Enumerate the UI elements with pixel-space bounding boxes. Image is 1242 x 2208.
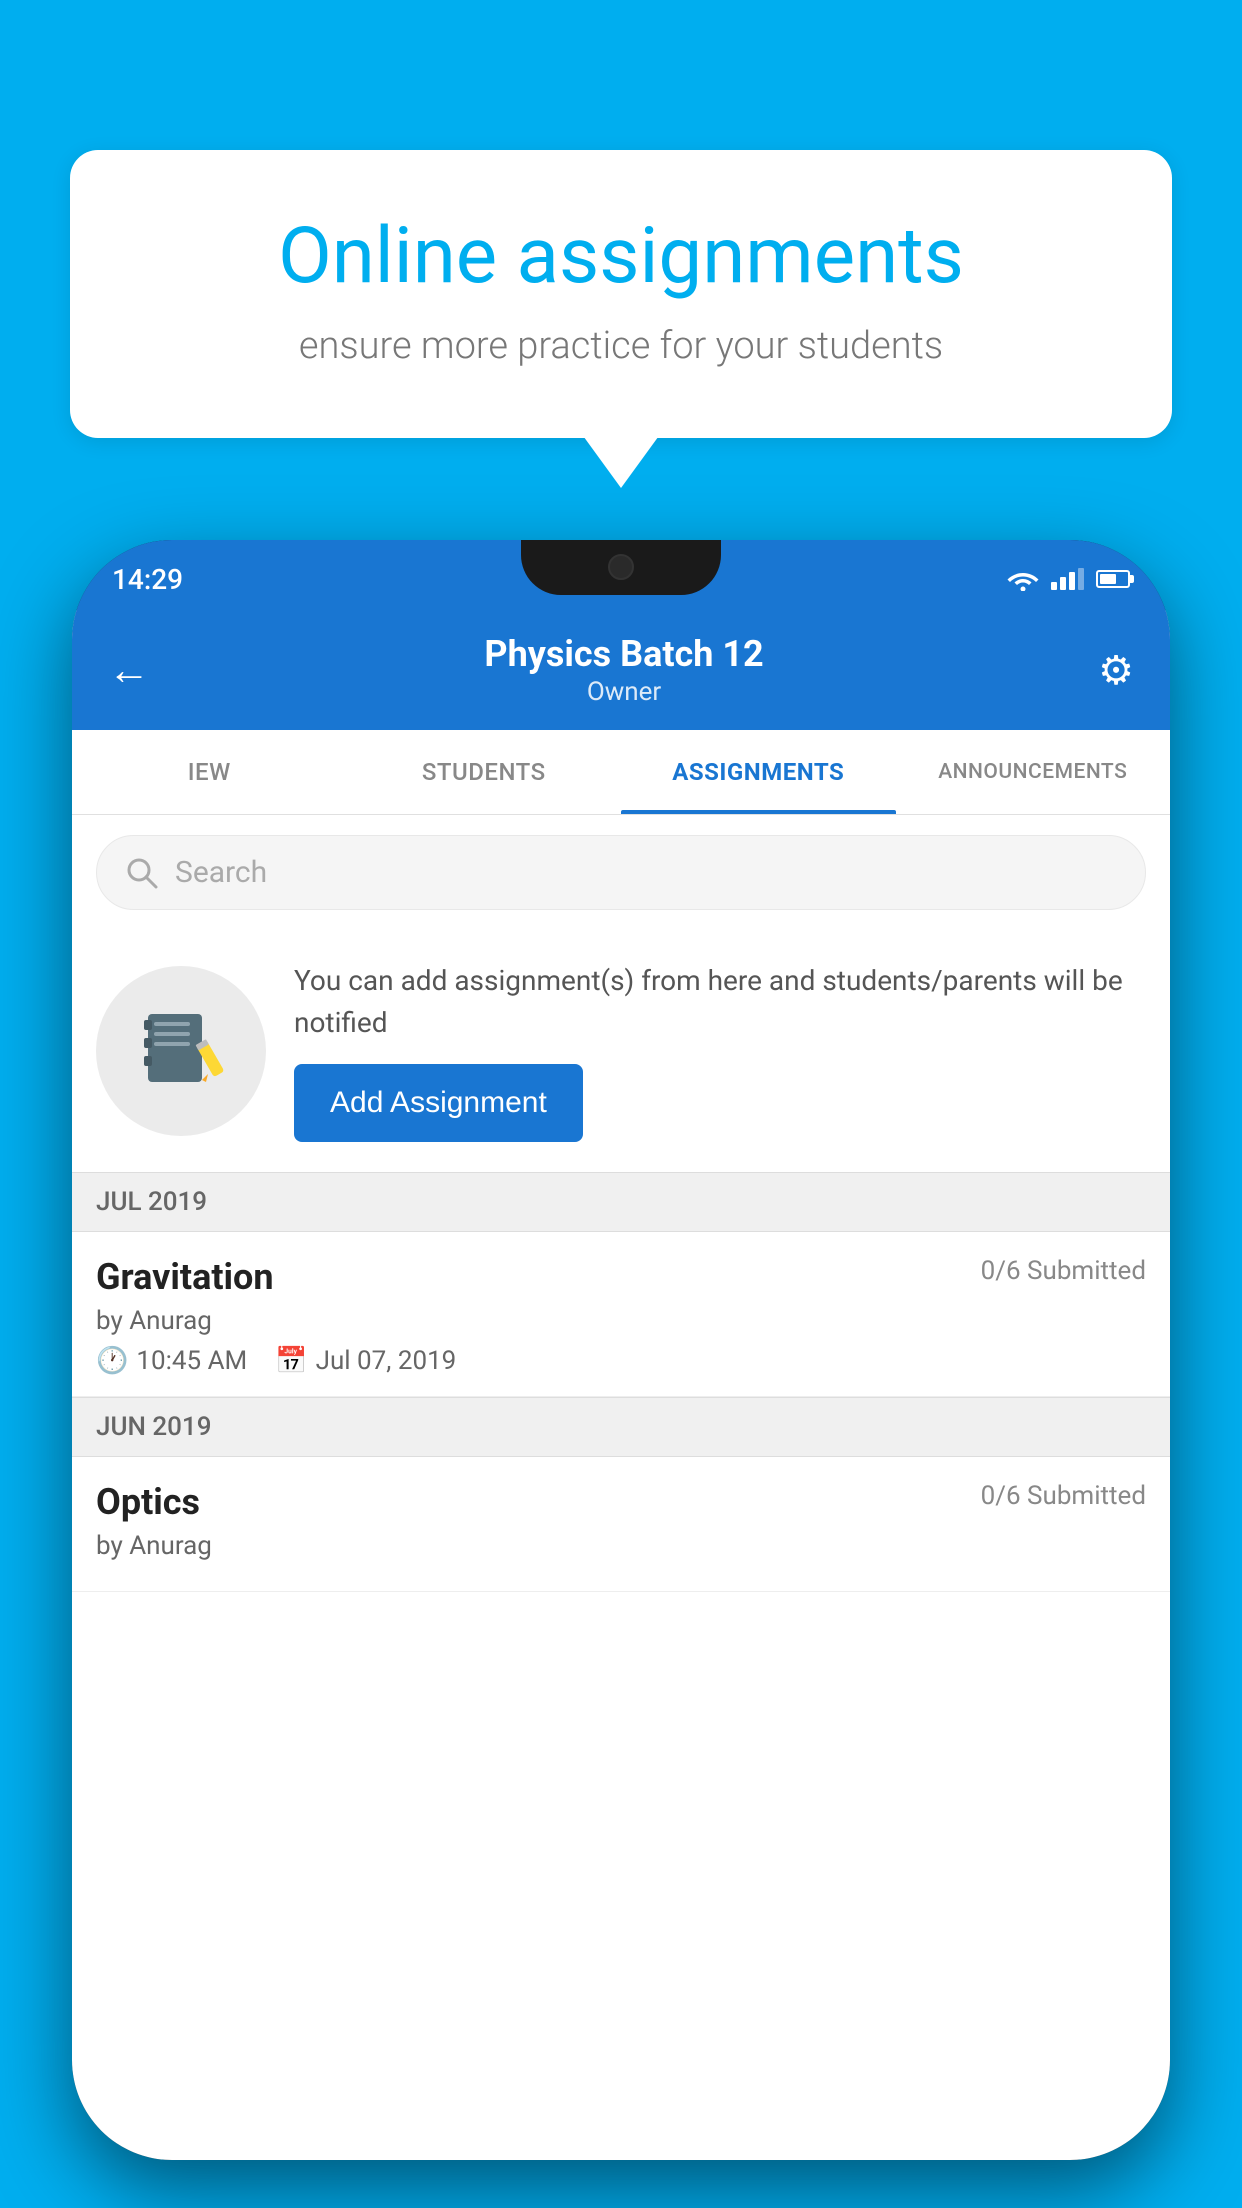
- header-title-block: Physics Batch 12 Owner: [484, 633, 763, 707]
- wifi-icon: [1007, 567, 1039, 591]
- status-icons: [1007, 559, 1130, 591]
- battery-fill: [1100, 574, 1116, 584]
- section-header-jun: JUN 2019: [72, 1397, 1170, 1457]
- section-header-jul: JUL 2019: [72, 1172, 1170, 1232]
- speech-bubble: Online assignments ensure more practice …: [70, 150, 1172, 438]
- search-icon: [125, 856, 159, 890]
- info-text-block: You can add assignment(s) from here and …: [294, 960, 1146, 1142]
- add-assignment-button[interactable]: Add Assignment: [294, 1064, 583, 1142]
- info-description: You can add assignment(s) from here and …: [294, 960, 1146, 1044]
- assignment-icon-circle: [96, 966, 266, 1136]
- assignment-author: by Anurag: [96, 1306, 1146, 1336]
- signal-icon: [1051, 568, 1084, 590]
- assignment-top-row: Gravitation 0/6 Submitted: [96, 1256, 1146, 1298]
- tab-announcements[interactable]: ANNOUNCEMENTS: [896, 730, 1171, 814]
- tab-assignments[interactable]: ASSIGNMENTS: [621, 730, 896, 814]
- status-time: 14:29: [112, 555, 183, 596]
- assignment-item-optics[interactable]: Optics 0/6 Submitted by Anurag: [72, 1457, 1170, 1592]
- meta-date: 📅 Jul 07, 2019: [275, 1346, 456, 1376]
- bubble-title: Online assignments: [140, 210, 1102, 304]
- info-banner: You can add assignment(s) from here and …: [72, 930, 1170, 1172]
- optics-submitted: 0/6 Submitted: [981, 1481, 1146, 1511]
- calendar-icon: 📅: [275, 1346, 307, 1376]
- screen: ← Physics Batch 12 Owner ⚙ IEW STUDENTS …: [72, 610, 1170, 2160]
- owner-label: Owner: [484, 677, 763, 707]
- clock-icon: 🕐: [96, 1346, 128, 1376]
- assignment-submitted: 0/6 Submitted: [981, 1256, 1146, 1286]
- notebook-icon: [136, 1006, 226, 1096]
- batch-title: Physics Batch 12: [484, 633, 763, 675]
- speech-bubble-container: Online assignments ensure more practice …: [70, 150, 1172, 438]
- search-placeholder: Search: [175, 855, 267, 890]
- phone-frame: 14:29 ← Physi: [72, 540, 1170, 2160]
- assignment-meta: 🕐 10:45 AM 📅 Jul 07, 2019: [96, 1346, 1146, 1376]
- optics-author: by Anurag: [96, 1531, 1146, 1561]
- assignment-name: Gravitation: [96, 1256, 274, 1298]
- assignment-item-gravitation[interactable]: Gravitation 0/6 Submitted by Anurag 🕐 10…: [72, 1232, 1170, 1397]
- optics-name: Optics: [96, 1481, 200, 1523]
- assignment-top-row-optics: Optics 0/6 Submitted: [96, 1481, 1146, 1523]
- tab-students[interactable]: STUDENTS: [347, 730, 622, 814]
- camera: [608, 554, 634, 580]
- search-container: Search: [72, 815, 1170, 930]
- battery-icon: [1096, 570, 1130, 588]
- bubble-subtitle: ensure more practice for your students: [140, 324, 1102, 368]
- tab-iew[interactable]: IEW: [72, 730, 347, 814]
- phone-notch: [521, 540, 721, 595]
- meta-time: 🕐 10:45 AM: [96, 1346, 247, 1376]
- tabs-bar: IEW STUDENTS ASSIGNMENTS ANNOUNCEMENTS: [72, 730, 1170, 815]
- search-bar[interactable]: Search: [96, 835, 1146, 910]
- settings-icon[interactable]: ⚙: [1098, 647, 1134, 694]
- app-header: ← Physics Batch 12 Owner ⚙: [72, 610, 1170, 730]
- back-button[interactable]: ←: [108, 646, 150, 695]
